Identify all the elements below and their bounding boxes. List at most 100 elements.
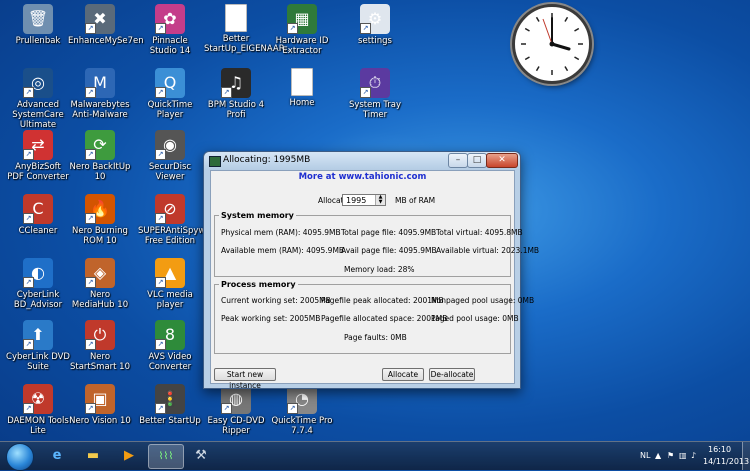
icon-advanced-systemcare-icon: ◎ ↗ — [23, 68, 53, 98]
desktop-icon-label: Better StartUp — [139, 416, 201, 426]
shortcut-arrow-icon: ↗ — [85, 87, 96, 98]
page-faults: Page faults: 0MB — [344, 333, 407, 342]
clock-time[interactable]: 16:10 — [708, 445, 731, 454]
icon-nero-mediahub[interactable]: ◈ ↗ Nero MediaHub 10 — [68, 258, 132, 310]
icon-quicktime-pro[interactable]: ◔ ↗ QuickTime Pro 7.7.4 — [270, 384, 334, 436]
icon-superantispyware-icon: ⊘ ↗ — [155, 194, 185, 224]
icon-nero-backitup[interactable]: ⟳ ↗ Nero BackItUp 10 — [68, 130, 132, 182]
icon-nero-startsmart-icon: ⏻ ↗ — [85, 320, 115, 350]
icon-home[interactable]: Home — [270, 68, 334, 108]
icon-anybizsoft[interactable]: ⇄ ↗ AnyBizSoft PDF Converter — [6, 130, 70, 182]
icon-cyberlink-dvd[interactable]: ⬆ ↗ CyberLink DVD Suite — [6, 320, 70, 372]
icon-anybizsoft-icon: ⇄ ↗ — [23, 130, 53, 160]
deallocate-button[interactable]: De-allocate — [429, 368, 475, 381]
nonpaged-pool-usage: Nonpaged pool usage: 0MB — [431, 296, 535, 305]
show-desktop-button[interactable] — [742, 442, 750, 470]
allocate-unit-label: MB of RAM — [395, 196, 436, 205]
icon-quicktime[interactable]: Q ↗ QuickTime Player — [138, 68, 202, 120]
icon-better-startup[interactable]: Better StartUp_EIGENAAR... — [204, 4, 292, 54]
window-client-area: More at www.tahionic.com Allocate 1995 ▲… — [210, 170, 539, 390]
icon-hardware-id[interactable]: ▦ ↗ Hardware ID Extractor — [270, 4, 334, 56]
shortcut-arrow-icon: ↗ — [221, 403, 232, 414]
memory-allocator-window[interactable]: Allocating: 1995MB – □ ✕ More at www.tah… — [203, 151, 539, 390]
language-indicator[interactable]: NL — [640, 451, 650, 460]
peak-working-set: Peak working set: 2005MB — [221, 314, 321, 323]
shortcut-arrow-icon: ↗ — [23, 339, 34, 350]
shortcut-arrow-icon: ↗ — [155, 339, 166, 350]
shortcut-arrow-icon: ↗ — [23, 149, 34, 160]
icon-better-startup-2[interactable]: 🚦 ↗ Better StartUp — [138, 384, 202, 426]
icon-nero-burning[interactable]: 🔥 ↗ Nero Burning ROM 10 — [68, 194, 132, 246]
desktop-icon-label: Nero BackItUp 10 — [69, 162, 131, 182]
icon-daemon-tools[interactable]: ☢ ↗ DAEMON Tools Lite — [6, 384, 70, 436]
desktop-icon-label: QuickTime Pro 7.7.4 — [271, 416, 333, 436]
icon-settings[interactable]: ⚙ ↗ settings — [343, 4, 407, 46]
icon-cyberlink-bd[interactable]: ◐ ↗ CyberLink BD_Advisor — [6, 258, 70, 310]
icon-avs-video-icon: 8 ↗ — [155, 320, 185, 350]
ie-taskbar-icon[interactable]: e — [40, 444, 74, 467]
allocate-button[interactable]: Allocate — [382, 368, 424, 381]
icon-enhancemyse7en[interactable]: ✖ ↗ EnhanceMySe7en — [68, 4, 144, 46]
minimize-button[interactable]: – — [448, 153, 468, 168]
icon-advanced-systemcare[interactable]: ◎ ↗ Advanced SystemCare Ultimate — [6, 68, 70, 130]
icon-nero-startsmart[interactable]: ⏻ ↗ Nero StartSmart 10 — [68, 320, 132, 372]
total-virtual: Total virtual: 4095.8MB — [436, 228, 523, 237]
icon-pinnacle-studio[interactable]: ✿ ↗ Pinnacle Studio 14 — [138, 4, 202, 56]
desktop-icon-label: EnhanceMySe7en — [68, 36, 144, 46]
window-titlebar[interactable]: Allocating: 1995MB – □ ✕ — [204, 152, 520, 170]
icon-ccleaner[interactable]: C ↗ CCleaner — [6, 194, 70, 236]
allocate-amount-input[interactable]: 1995 ▲ ▼ — [342, 194, 386, 206]
desktop-icon-label: settings — [358, 36, 392, 46]
icon-bpm-studio[interactable]: ♫ ↗ BPM Studio 4 Profi — [204, 68, 268, 120]
icon-nero-mediahub-icon: ◈ ↗ — [85, 258, 115, 288]
icon-hardware-id-icon: ▦ ↗ — [287, 4, 317, 34]
shortcut-arrow-icon: ↗ — [85, 403, 96, 414]
maximize-button[interactable]: □ — [467, 153, 487, 168]
total-page-file: Total page file: 4095.9MB — [341, 228, 437, 237]
system-memory-title: System memory — [219, 211, 296, 220]
pagefile-allocated-space: Pagefile allocated space: 2001MB — [321, 314, 448, 323]
flag-icon[interactable]: ⚑ — [667, 451, 674, 460]
icon-vlc[interactable]: ▲ ↗ VLC media player — [138, 258, 202, 310]
desktop-icon-label: AVS Video Converter — [148, 352, 192, 372]
icon-malwarebytes-icon: M ↗ — [85, 68, 115, 98]
available-virtual: Available virtual: 2023.1MB — [436, 246, 540, 255]
icon-securdisc-icon: ◉ ↗ — [155, 130, 185, 160]
icon-securdisc[interactable]: ◉ ↗ SecurDisc Viewer — [138, 130, 202, 182]
shortcut-arrow-icon: ↗ — [23, 277, 34, 288]
desktop-icon-label: DAEMON Tools Lite — [7, 416, 69, 436]
desktop-icon-label: AnyBizSoft PDF Converter — [7, 162, 69, 182]
explorer-taskbar-icon[interactable]: ▬ — [76, 444, 110, 467]
desktop-icon-label: Easy CD-DVD Ripper — [207, 416, 265, 436]
media-player-taskbar-icon[interactable]: ▶ — [112, 444, 146, 467]
icon-nero-vision[interactable]: ▣ ↗ Nero Vision 10 — [68, 384, 132, 426]
icon-cyberlink-bd-icon: ◐ ↗ — [23, 258, 53, 288]
icon-easy-cd-dvd[interactable]: ◍ ↗ Easy CD-DVD Ripper — [204, 384, 268, 436]
available-mem: Available mem (RAM): 4095.9MB — [221, 246, 345, 255]
close-button[interactable]: ✕ — [486, 153, 518, 168]
shortcut-arrow-icon: ↗ — [155, 87, 166, 98]
network-icon[interactable]: ▥ — [679, 451, 687, 460]
icon-prullenbak[interactable]: 🗑 Prullenbak — [6, 4, 70, 46]
desktop-icon-label: Home — [289, 98, 315, 108]
shortcut-arrow-icon: ↗ — [221, 87, 232, 98]
shortcut-arrow-icon: ↗ — [155, 213, 166, 224]
icon-superantispyware[interactable]: ⊘ ↗ SUPERAntiSpyware Free Edition — [138, 194, 219, 246]
volume-icon[interactable]: ♪ — [691, 451, 696, 460]
start-new-instance-button[interactable]: Start new instance — [214, 368, 276, 390]
clock-gadget[interactable] — [512, 4, 592, 84]
icon-nero-vision-icon: ▣ ↗ — [85, 384, 115, 414]
tool-taskbar-icon[interactable]: ⚒ — [184, 444, 218, 467]
shortcut-arrow-icon: ↗ — [23, 403, 34, 414]
website-link[interactable]: More at www.tahionic.com — [211, 172, 514, 182]
shortcut-arrow-icon: ↗ — [85, 277, 96, 288]
desktop-icon-label: CyberLink DVD Suite — [6, 352, 70, 372]
start-button[interactable] — [6, 443, 34, 471]
spin-arrows-icon[interactable]: ▲ ▼ — [375, 195, 385, 205]
allocator-taskbar-icon[interactable]: ⌇⌇⌇ — [148, 444, 184, 469]
icon-home-icon — [291, 68, 313, 96]
icon-avs-video[interactable]: 8 ↗ AVS Video Converter — [138, 320, 202, 372]
icon-malwarebytes[interactable]: M ↗ Malwarebytes Anti-Malware — [68, 68, 132, 120]
tray-expand-icon[interactable]: ▲ — [655, 451, 661, 460]
icon-system-tray-timer[interactable]: ⏱ ↗ System Tray Timer — [343, 68, 407, 120]
